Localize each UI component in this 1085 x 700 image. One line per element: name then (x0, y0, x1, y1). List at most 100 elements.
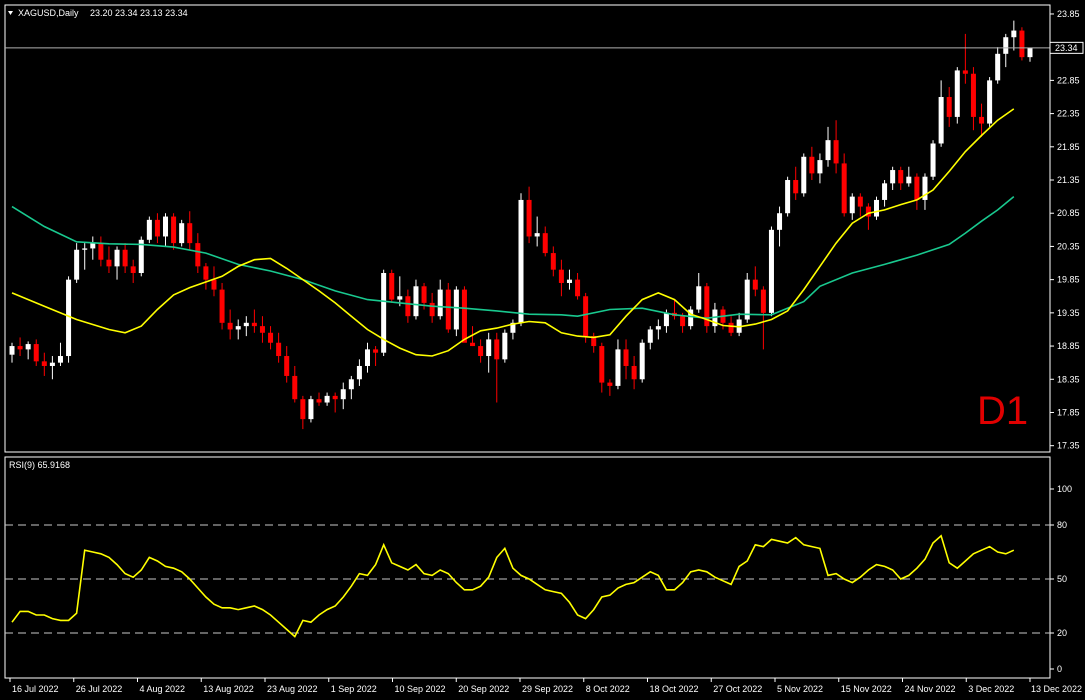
candle-bear (599, 346, 605, 383)
candle-bull (785, 180, 791, 214)
candle-bear (478, 346, 484, 357)
candle-bull (801, 156, 807, 194)
candle-bear (122, 249, 128, 267)
time-tick-label: 1 Sep 2022 (331, 684, 377, 694)
candle-bear (429, 302, 435, 317)
candle-bull (1011, 30, 1017, 38)
candle-bull (995, 53, 1001, 81)
rsi-tick-label: 100 (1057, 484, 1072, 494)
candle-bear (979, 116, 985, 124)
symbol-label: XAGUSD,Daily (18, 8, 79, 18)
candle-bull (825, 140, 831, 161)
price-tick-label: 17.35 (1057, 441, 1080, 451)
price-tick-label: 20.85 (1057, 208, 1080, 218)
time-tick-label: 15 Nov 2022 (841, 684, 892, 694)
time-tick-label: 29 Sep 2022 (522, 684, 573, 694)
candle-bull (49, 362, 55, 366)
candle-bear (962, 70, 968, 74)
price-tick-label: 23.85 (1057, 9, 1080, 19)
time-tick-label: 26 Jul 2022 (76, 684, 123, 694)
current-price-label: 23.34 (1055, 43, 1078, 53)
candle-bull (235, 326, 241, 330)
time-tick-label: 20 Sep 2022 (458, 684, 509, 694)
time-tick-label: 18 Oct 2022 (650, 684, 699, 694)
chart-canvas[interactable]: 23.8523.3522.8522.3521.8521.3520.8520.35… (0, 0, 1085, 700)
candle-bear (631, 365, 637, 380)
candle-bull (873, 199, 879, 217)
candle-bear (809, 156, 815, 174)
price-tick-label: 17.85 (1057, 407, 1080, 417)
candle-bear (259, 326, 265, 333)
candle-bear (760, 289, 766, 313)
candle-bull (57, 356, 63, 363)
candle-bear (461, 289, 467, 343)
candle-bear (494, 339, 500, 360)
candle-bull (696, 286, 702, 310)
candle-bear (526, 199, 532, 237)
candle-bear (728, 322, 734, 333)
rsi-tick-label: 50 (1057, 574, 1067, 584)
price-tick-label: 19.35 (1057, 308, 1080, 318)
price-tick-label: 18.35 (1057, 374, 1080, 384)
candle-bull (647, 329, 653, 343)
candle-bear (106, 259, 112, 267)
candle-bear (898, 170, 904, 184)
candle-bear (219, 289, 225, 323)
time-tick-label: 24 Nov 2022 (905, 684, 956, 694)
candle-bear (227, 322, 233, 330)
candle-bear (793, 180, 799, 194)
time-tick-label: 16 Jul 2022 (12, 684, 59, 694)
candle-bear (405, 296, 411, 317)
candle-bear (558, 269, 564, 283)
candle-bull (25, 344, 31, 350)
candle-bear (316, 399, 322, 403)
price-tick-label: 21.85 (1057, 142, 1080, 152)
candle-bear (542, 233, 548, 254)
candle-bear (680, 316, 686, 327)
price-tick-label: 18.85 (1057, 341, 1080, 351)
candle-bull (397, 296, 403, 300)
candle-bull (356, 365, 362, 380)
rsi-label: RSI(9) 65.9168 (9, 460, 70, 470)
candle-bear (583, 296, 589, 337)
candle-bull (534, 233, 540, 237)
candle-bull (90, 243, 96, 249)
candle-bull (849, 196, 855, 214)
candle-bear (154, 219, 160, 237)
candle-bear (607, 382, 613, 386)
candle-bear (171, 216, 177, 244)
timeframe-mark: D1 (977, 389, 1028, 433)
time-tick-label: 3 Dec 2022 (968, 684, 1014, 694)
candle-bear (970, 73, 976, 117)
candle-bull (453, 289, 459, 330)
candle-bear (300, 399, 306, 420)
candle-bear (623, 349, 629, 366)
candle-bull (639, 342, 645, 380)
candle-bear (752, 279, 758, 290)
time-tick-label: 10 Sep 2022 (395, 684, 446, 694)
candle-bear (914, 176, 920, 200)
candle-bull (74, 249, 80, 280)
candle-bull (882, 183, 888, 200)
candle-bear (211, 279, 217, 290)
candle-bull (324, 395, 330, 403)
candle-bear (373, 349, 379, 353)
rsi-tick-label: 20 (1057, 628, 1067, 638)
candle-bull (744, 279, 750, 320)
candle-bear (130, 266, 136, 273)
candle-bull (954, 70, 960, 117)
time-tick-label: 13 Dec 2022 (1031, 684, 1082, 694)
ohlc-label: 23.20 23.34 23.13 23.34 (90, 8, 188, 18)
candle-bull (768, 229, 774, 313)
candle-bull (566, 279, 572, 283)
candle-bear (187, 223, 193, 244)
candle-bull (437, 289, 443, 317)
candle-bull (340, 389, 346, 400)
candle-bull (817, 160, 823, 174)
candle-bull (615, 349, 621, 386)
candle-bull (777, 213, 783, 230)
candle-bear (445, 289, 451, 330)
candle-bull (179, 223, 185, 244)
candle-bull (146, 219, 152, 240)
candle-bear (17, 346, 23, 350)
